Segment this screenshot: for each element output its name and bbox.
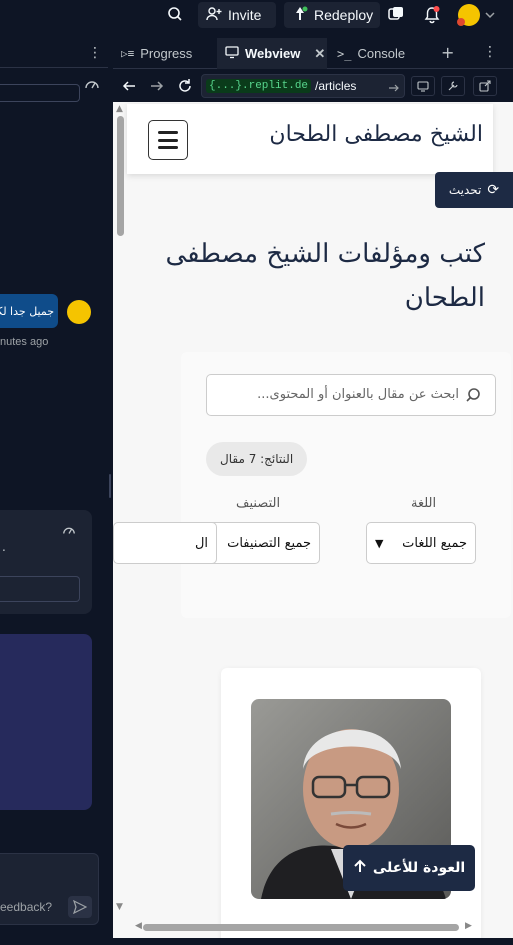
- forward-arrow-icon[interactable]: [149, 78, 165, 98]
- more-options-icon[interactable]: ⋮: [88, 45, 102, 61]
- redeploy-button[interactable]: Redeploy: [284, 2, 380, 28]
- deploy-icon: [292, 6, 308, 25]
- language-value: جميع اللغات: [402, 535, 467, 551]
- scroll-left-arrow-icon[interactable]: ◀: [135, 921, 142, 931]
- add-user-icon: [206, 6, 222, 25]
- terminal-icon: >_: [337, 46, 352, 61]
- category-value: جميع التصنيفات: [227, 535, 311, 551]
- purple-card: [0, 634, 92, 810]
- gauge-icon: [84, 76, 100, 96]
- refresh-label: تحديث: [448, 183, 482, 197]
- user-avatar-small: [67, 300, 91, 324]
- more-options-icon[interactable]: ⋮: [483, 44, 497, 60]
- search-icon[interactable]: [167, 6, 183, 26]
- tab-progress[interactable]: ▷≡ Progress: [113, 38, 215, 69]
- back-to-top-button[interactable]: العودة للأعلى: [343, 845, 475, 891]
- windows-icon[interactable]: [388, 6, 404, 26]
- language-select[interactable]: جميع اللغات ▼: [366, 522, 476, 564]
- gauge-icon: [62, 522, 76, 541]
- third-select[interactable]: ال: [113, 522, 217, 564]
- webview-url-bar: {...}.replit.de /articles: [113, 70, 513, 102]
- url-domain: {...}.replit.de: [206, 79, 312, 93]
- card-text-fragment: .: [2, 540, 6, 554]
- back-arrow-icon[interactable]: [121, 78, 137, 98]
- url-input[interactable]: {...}.replit.de /articles: [201, 74, 405, 98]
- feedback-placeholder: eedback?: [0, 900, 53, 914]
- add-tab-icon[interactable]: +: [441, 43, 454, 62]
- tab-console-label: Console: [357, 46, 406, 61]
- devtools-icon[interactable]: [411, 76, 435, 96]
- search-input[interactable]: ابحث عن مقال بالعنوان أو المحتوى...: [206, 374, 496, 416]
- horizontal-scrollbar-thumb[interactable]: [143, 924, 459, 931]
- go-arrow-icon[interactable]: [388, 79, 400, 97]
- agent-chat-panel: ⋮ جميل جدا لكن nutes ago . eedback?: [0, 38, 108, 945]
- message-timestamp: nutes ago: [0, 336, 49, 348]
- send-icon[interactable]: [68, 896, 92, 918]
- scroll-right-arrow-icon[interactable]: ▶: [465, 921, 472, 931]
- vertical-scrollbar-thumb[interactable]: [117, 116, 124, 236]
- language-label: اللغة: [411, 496, 437, 511]
- tab-webview[interactable]: Webview ✕: [217, 38, 327, 69]
- arrow-up-icon: [353, 859, 367, 877]
- monitor-icon: [225, 45, 239, 62]
- checkpoint-card: .: [0, 510, 92, 614]
- back-to-top-label: العودة للأعلى: [372, 860, 466, 876]
- tab-webview-label: Webview: [245, 46, 301, 61]
- chat-bubble-text: جميل جدا لكن: [0, 304, 54, 318]
- scroll-down-arrow-icon[interactable]: ▼: [116, 902, 123, 912]
- replit-workspace: Invite Redeploy ⋮ جميل جدا لكن: [0, 0, 513, 945]
- left-panel-header: ⋮: [0, 38, 108, 68]
- refresh-icon: ⟳: [487, 182, 500, 198]
- tab-progress-label: Progress: [140, 46, 193, 61]
- chat-bubble: جميل جدا لكن: [0, 294, 58, 328]
- card-input-fragment[interactable]: [0, 576, 80, 602]
- search-icon: [465, 387, 481, 407]
- page-heading: كتب ومؤلفات الشيخ مصطفى الطحان: [165, 239, 485, 313]
- feedback-box[interactable]: eedback?: [0, 853, 99, 925]
- progress-icon: ▷≡: [121, 47, 135, 60]
- article-card[interactable]: [221, 668, 481, 938]
- filter-card: ابحث عن مقال بالعنوان أو المحتوى... النت…: [113, 352, 511, 618]
- invite-label: Invite: [228, 7, 262, 23]
- tab-console[interactable]: >_ Console: [329, 38, 429, 69]
- results-label: النتائج: 7 مقال: [220, 452, 294, 466]
- results-count-badge: النتائج: 7 مقال: [206, 442, 308, 476]
- pane-tab-bar: ▷≡ Progress Webview ✕ >_ Console + ⋮: [113, 38, 513, 69]
- third-select-value: ال: [194, 535, 208, 551]
- site-header: الشيخ مصطفى الطحان: [127, 104, 493, 174]
- invite-button[interactable]: Invite: [198, 2, 276, 28]
- wrench-icon[interactable]: [441, 76, 465, 96]
- chevron-down-icon: ▼: [375, 536, 384, 550]
- site-title[interactable]: الشيخ مصطفى الطحان: [269, 122, 483, 147]
- refresh-button[interactable]: ⟳ تحديث: [435, 172, 513, 208]
- top-bar: Invite Redeploy: [0, 0, 513, 30]
- user-avatar[interactable]: [456, 3, 496, 31]
- category-label: التصنيف: [236, 496, 281, 511]
- input-fragment: [0, 84, 80, 102]
- menu-toggle-button[interactable]: [148, 120, 188, 160]
- notifications-bell-icon[interactable]: [423, 6, 441, 28]
- close-tab-icon[interactable]: ✕: [314, 46, 325, 62]
- open-external-icon[interactable]: [473, 76, 497, 96]
- redeploy-label: Redeploy: [314, 7, 374, 23]
- reload-icon[interactable]: [177, 78, 193, 98]
- scroll-up-arrow-icon[interactable]: ▲: [116, 104, 123, 114]
- webview-content: الشيخ مصطفى الطحان ⟳ تحديث كتب ومؤلفات ا…: [113, 102, 513, 938]
- url-path: /articles: [315, 79, 357, 93]
- search-placeholder: ابحث عن مقال بالعنوان أو المحتوى...: [257, 387, 459, 402]
